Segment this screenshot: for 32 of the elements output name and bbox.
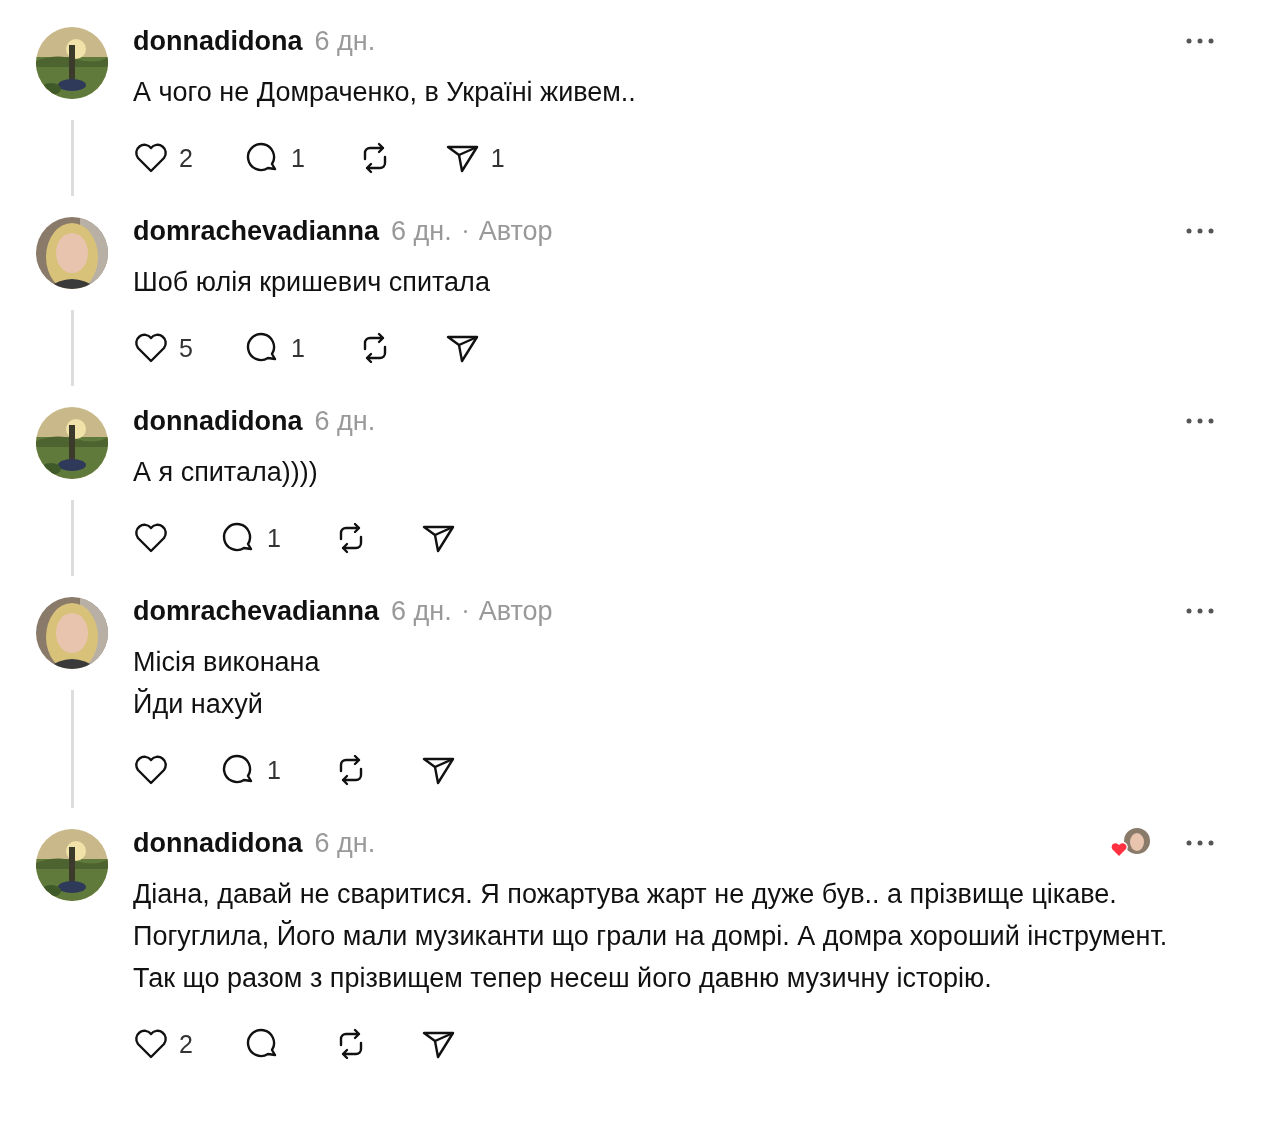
like-count: 5 [179,333,193,363]
post-time: 6 дн. [391,215,452,247]
comment-text: Діана, давай не сваритися. Я пожартува жарт не дуже був.. а прізвище цікаве. Погуглила, Його мали музиканти що грали на домрі. А домра хороший інструмент. Так що разом з прізвищем тепер несеш його давню музичну історію. [133,878,1169,995]
username[interactable]: domrachevadianna [133,215,380,247]
like-count: 2 [179,143,193,173]
comment-text: А я спитала)))) [133,456,319,489]
author-label: Автор [478,595,553,627]
comment-text: А чого не Домраченко, в Україні живем.. [133,76,637,109]
reply-count: 1 [290,333,305,363]
username[interactable]: donnadidona [133,405,303,437]
like-count: 2 [179,1029,193,1059]
separator-dot [463,229,467,233]
comment-text: Місія виконана Йди нахуй [133,646,321,721]
more-icon[interactable] [1186,418,1214,424]
post-time: 6 дн. [314,25,376,57]
separator-dot [463,609,467,613]
more-icon[interactable] [1186,840,1214,846]
reply-count: 1 [267,523,281,553]
more-icon[interactable] [1186,608,1214,614]
reply-count: 1 [290,143,305,173]
username[interactable]: donnadidona [133,827,303,859]
post-time: 6 дн. [391,595,452,627]
share-count: 1 [490,143,505,173]
username[interactable]: domrachevadianna [133,595,380,627]
post-time: 6 дн. [314,827,376,859]
comment-text: Шоб юлія кришевич спитала [133,266,491,299]
author-label: Автор [478,215,553,247]
reply-count: 1 [267,755,281,785]
more-icon[interactable] [1186,228,1214,234]
more-icon[interactable] [1186,38,1214,44]
username[interactable]: donnadidona [133,25,303,57]
post-time: 6 дн. [314,405,376,437]
